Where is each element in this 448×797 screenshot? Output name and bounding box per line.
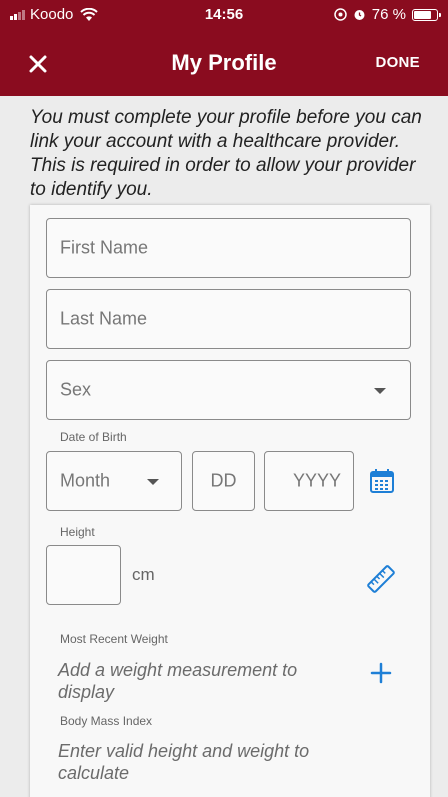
dob-label: Date of Birth xyxy=(60,430,127,444)
chevron-down-icon xyxy=(147,479,159,485)
app-header: Koodo 14:56 76 % My Profile DONE xyxy=(0,0,448,96)
profile-form-card: First Name Last Name Sex Date of Birth M… xyxy=(30,205,430,797)
status-right: 76 % xyxy=(334,6,441,23)
weight-prompt: Add a weight measurement to display xyxy=(58,660,298,702)
weight-label: Most Recent Weight xyxy=(60,632,168,646)
bmi-label: Body Mass Index xyxy=(60,714,153,728)
battery-percent: 76 % xyxy=(371,6,406,23)
sex-select[interactable]: Sex xyxy=(46,360,411,420)
location-icon xyxy=(334,8,347,21)
month-select[interactable]: Month xyxy=(46,451,182,511)
calendar-icon[interactable] xyxy=(369,468,395,494)
day-input[interactable]: DD xyxy=(192,451,255,511)
height-label: Height xyxy=(60,525,95,539)
battery-level xyxy=(414,10,431,19)
nav-bar: My Profile DONE xyxy=(0,40,448,90)
bmi-prompt: Enter valid height and weight to calcula… xyxy=(58,741,310,783)
alarm-icon xyxy=(354,10,365,20)
last-name-input[interactable]: Last Name xyxy=(46,289,411,349)
first-name-input[interactable]: First Name xyxy=(46,218,411,278)
year-placeholder: YYYY xyxy=(292,470,341,491)
height-input[interactable] xyxy=(46,545,121,605)
battery-icon xyxy=(412,8,441,21)
year-input[interactable]: YYYY xyxy=(264,451,354,511)
profile-notice: You must complete your profile before yo… xyxy=(30,107,422,200)
add-weight-icon[interactable] xyxy=(370,662,392,684)
status-bar: Koodo 14:56 76 % xyxy=(0,0,448,36)
month-placeholder: Month xyxy=(60,470,111,491)
ruler-icon[interactable] xyxy=(364,562,398,596)
day-placeholder: DD xyxy=(210,470,237,491)
sex-placeholder: Sex xyxy=(60,379,92,400)
last-name-placeholder: Last Name xyxy=(60,308,148,329)
done-button[interactable]: DONE xyxy=(375,54,420,71)
height-unit: cm xyxy=(132,565,155,584)
first-name-placeholder: First Name xyxy=(60,237,149,258)
chevron-down-icon xyxy=(374,388,386,394)
